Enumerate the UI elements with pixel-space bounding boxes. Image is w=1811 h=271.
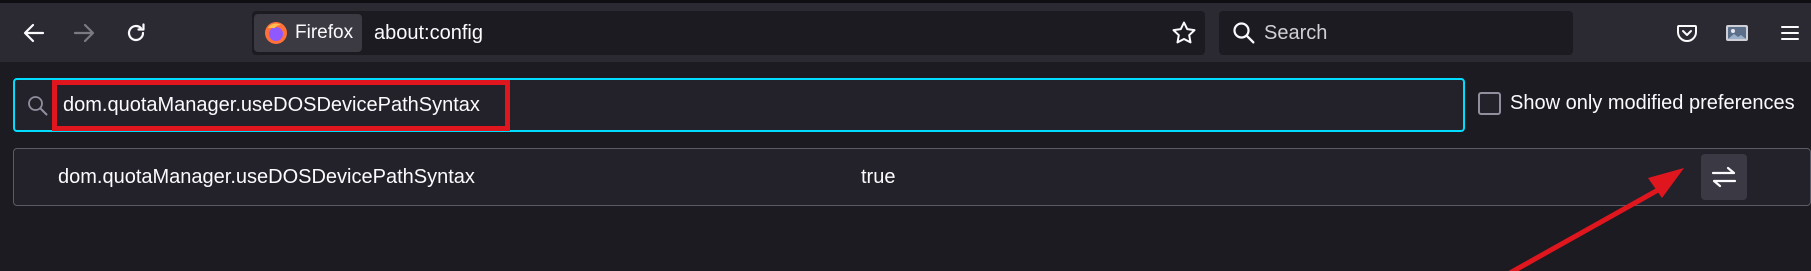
url-text[interactable]: about:config [374, 11, 483, 55]
menu-button[interactable] [1776, 19, 1804, 47]
identity-label: Firefox [295, 22, 354, 43]
back-arrow-icon [23, 23, 45, 43]
reload-icon [127, 23, 145, 42]
toggle-arrows-icon [1711, 166, 1737, 188]
bookmark-star-icon[interactable] [1171, 20, 1197, 46]
preference-search-input[interactable] [63, 80, 963, 130]
browser-toolbar: Firefox about:config Search [0, 0, 1811, 62]
hamburger-menu-icon [1781, 26, 1799, 40]
show-modified-checkbox[interactable] [1478, 92, 1501, 115]
search-icon [1233, 22, 1255, 44]
account-button[interactable] [1723, 19, 1751, 47]
screenshot-icon [1726, 25, 1748, 41]
preference-search-field[interactable] [13, 78, 1465, 132]
pocket-button[interactable] [1673, 19, 1701, 47]
address-bar[interactable]: Firefox about:config [252, 11, 1205, 55]
toggle-button[interactable] [1701, 154, 1747, 200]
search-placeholder: Search [1264, 22, 1328, 44]
identity-box[interactable]: Firefox [254, 14, 362, 52]
forward-arrow-icon [73, 23, 95, 43]
back-button[interactable] [16, 15, 52, 51]
forward-button[interactable] [66, 15, 102, 51]
search-icon [28, 96, 48, 116]
preference-row[interactable]: dom.quotaManager.useDOSDevicePathSyntax … [13, 148, 1811, 206]
pocket-icon [1677, 25, 1697, 42]
search-bar[interactable]: Search [1219, 11, 1573, 55]
show-modified-label[interactable]: Show only modified preferences [1510, 92, 1795, 115]
firefox-logo-icon [265, 22, 287, 44]
preference-value: true [861, 166, 896, 188]
reload-button[interactable] [118, 15, 154, 51]
preference-name: dom.quotaManager.useDOSDevicePathSyntax [58, 166, 475, 188]
